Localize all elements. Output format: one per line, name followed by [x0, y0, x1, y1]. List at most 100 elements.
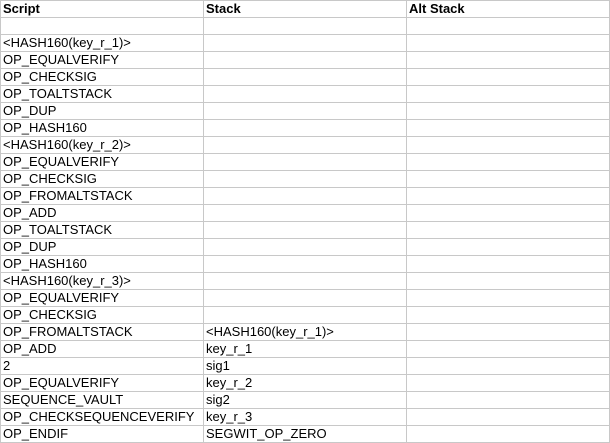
- stack-cell[interactable]: [203, 306, 407, 324]
- script-cell[interactable]: OP_EQUALVERIFY: [0, 374, 204, 392]
- alt-stack-cell[interactable]: [406, 68, 610, 86]
- table-row: OP_DUP: [0, 102, 610, 120]
- stack-cell[interactable]: [203, 34, 407, 52]
- table-row: <HASH160(key_r_1)>: [0, 34, 610, 52]
- stack-cell[interactable]: <HASH160(key_r_1)>: [203, 323, 407, 341]
- script-cell[interactable]: OP_DUP: [0, 102, 204, 120]
- script-cell[interactable]: OP_TOALTSTACK: [0, 85, 204, 103]
- script-cell[interactable]: OP_EQUALVERIFY: [0, 51, 204, 69]
- stack-cell[interactable]: key_r_1: [203, 340, 407, 358]
- script-cell[interactable]: <HASH160(key_r_2)>: [0, 136, 204, 154]
- header-stack[interactable]: Stack: [203, 0, 407, 18]
- stack-cell[interactable]: [203, 255, 407, 273]
- script-cell[interactable]: <HASH160(key_r_1)>: [0, 34, 204, 52]
- table-row: OP_EQUALVERIFY: [0, 153, 610, 171]
- alt-stack-cell[interactable]: [406, 238, 610, 256]
- script-cell[interactable]: OP_ADD: [0, 340, 204, 358]
- stack-cell[interactable]: [203, 119, 407, 137]
- table-row: OP_HASH160: [0, 119, 610, 137]
- alt-stack-cell[interactable]: [406, 408, 610, 426]
- table-row: OP_EQUALVERIFY: [0, 51, 610, 69]
- stack-cell[interactable]: [203, 17, 407, 35]
- table-row: OP_DUP: [0, 238, 610, 256]
- script-cell[interactable]: OP_CHECKSEQUENCEVERIFY: [0, 408, 204, 426]
- alt-stack-cell[interactable]: [406, 221, 610, 239]
- stack-cell[interactable]: [203, 153, 407, 171]
- stack-cell[interactable]: [203, 102, 407, 120]
- stack-cell[interactable]: [203, 51, 407, 69]
- table-row: OP_CHECKSIG: [0, 68, 610, 86]
- table-row: OP_CHECKSIG: [0, 306, 610, 324]
- table-body: <HASH160(key_r_1)> OP_EQUALVERIFY OP_CHECK…: [0, 17, 610, 443]
- table-row: OP_HASH160: [0, 255, 610, 273]
- alt-stack-cell[interactable]: [406, 357, 610, 375]
- header-script[interactable]: Script: [0, 0, 204, 18]
- alt-stack-cell[interactable]: [406, 272, 610, 290]
- stack-cell[interactable]: [203, 170, 407, 188]
- alt-stack-cell[interactable]: [406, 187, 610, 205]
- script-cell[interactable]: OP_CHECKSIG: [0, 68, 204, 86]
- stack-cell[interactable]: [203, 289, 407, 307]
- table-row: OP_TOALTSTACK: [0, 221, 610, 239]
- stack-cell[interactable]: SEGWIT_OP_ZERO: [203, 425, 407, 443]
- table-row: [0, 17, 610, 35]
- alt-stack-cell[interactable]: [406, 425, 610, 443]
- script-cell[interactable]: OP_HASH160: [0, 255, 204, 273]
- stack-cell[interactable]: [203, 85, 407, 103]
- script-cell[interactable]: <HASH160(key_r_3)>: [0, 272, 204, 290]
- table-row: OP_ADD: [0, 204, 610, 222]
- stack-cell[interactable]: [203, 68, 407, 86]
- script-cell[interactable]: OP_ENDIF: [0, 425, 204, 443]
- alt-stack-cell[interactable]: [406, 204, 610, 222]
- script-cell[interactable]: OP_CHECKSIG: [0, 170, 204, 188]
- stack-trace-table: Script Stack Alt Stack <HASH160(key_r_1)…: [0, 0, 610, 443]
- alt-stack-cell[interactable]: [406, 391, 610, 409]
- alt-stack-cell[interactable]: [406, 153, 610, 171]
- alt-stack-cell[interactable]: [406, 51, 610, 69]
- alt-stack-cell[interactable]: [406, 102, 610, 120]
- script-cell[interactable]: OP_FROMALTSTACK: [0, 187, 204, 205]
- alt-stack-cell[interactable]: [406, 255, 610, 273]
- stack-cell[interactable]: [203, 136, 407, 154]
- stack-cell[interactable]: key_r_3: [203, 408, 407, 426]
- alt-stack-cell[interactable]: [406, 170, 610, 188]
- table-row: OP_TOALTSTACK: [0, 85, 610, 103]
- table-row: OP_ADD key_r_1: [0, 340, 610, 358]
- stack-cell[interactable]: [203, 187, 407, 205]
- script-cell[interactable]: 2: [0, 357, 204, 375]
- alt-stack-cell[interactable]: [406, 136, 610, 154]
- script-cell[interactable]: OP_EQUALVERIFY: [0, 289, 204, 307]
- script-cell[interactable]: OP_EQUALVERIFY: [0, 153, 204, 171]
- script-cell[interactable]: OP_TOALTSTACK: [0, 221, 204, 239]
- alt-stack-cell[interactable]: [406, 17, 610, 35]
- script-cell[interactable]: OP_CHECKSIG: [0, 306, 204, 324]
- alt-stack-cell[interactable]: [406, 34, 610, 52]
- stack-cell[interactable]: sig1: [203, 357, 407, 375]
- alt-stack-cell[interactable]: [406, 323, 610, 341]
- alt-stack-cell[interactable]: [406, 340, 610, 358]
- alt-stack-cell[interactable]: [406, 306, 610, 324]
- table-row: OP_EQUALVERIFY key_r_2: [0, 374, 610, 392]
- stack-cell[interactable]: [203, 221, 407, 239]
- stack-cell[interactable]: key_r_2: [203, 374, 407, 392]
- script-cell[interactable]: OP_ADD: [0, 204, 204, 222]
- stack-cell[interactable]: [203, 272, 407, 290]
- script-cell[interactable]: OP_DUP: [0, 238, 204, 256]
- alt-stack-cell[interactable]: [406, 85, 610, 103]
- stack-cell[interactable]: sig2: [203, 391, 407, 409]
- script-cell[interactable]: [0, 17, 204, 35]
- alt-stack-cell[interactable]: [406, 374, 610, 392]
- stack-cell[interactable]: [203, 204, 407, 222]
- table-row: OP_CHECKSEQUENCEVERIFY key_r_3: [0, 408, 610, 426]
- script-cell[interactable]: OP_FROMALTSTACK: [0, 323, 204, 341]
- stack-cell[interactable]: [203, 238, 407, 256]
- header-alt-stack[interactable]: Alt Stack: [406, 0, 610, 18]
- table-row: 2 sig1: [0, 357, 610, 375]
- table-row: <HASH160(key_r_2)>: [0, 136, 610, 154]
- spreadsheet: Script Stack Alt Stack <HASH160(key_r_1)…: [0, 0, 610, 443]
- script-cell[interactable]: OP_HASH160: [0, 119, 204, 137]
- table-row: OP_ENDIF SEGWIT_OP_ZERO: [0, 425, 610, 443]
- script-cell[interactable]: SEQUENCE_VAULT: [0, 391, 204, 409]
- alt-stack-cell[interactable]: [406, 119, 610, 137]
- alt-stack-cell[interactable]: [406, 289, 610, 307]
